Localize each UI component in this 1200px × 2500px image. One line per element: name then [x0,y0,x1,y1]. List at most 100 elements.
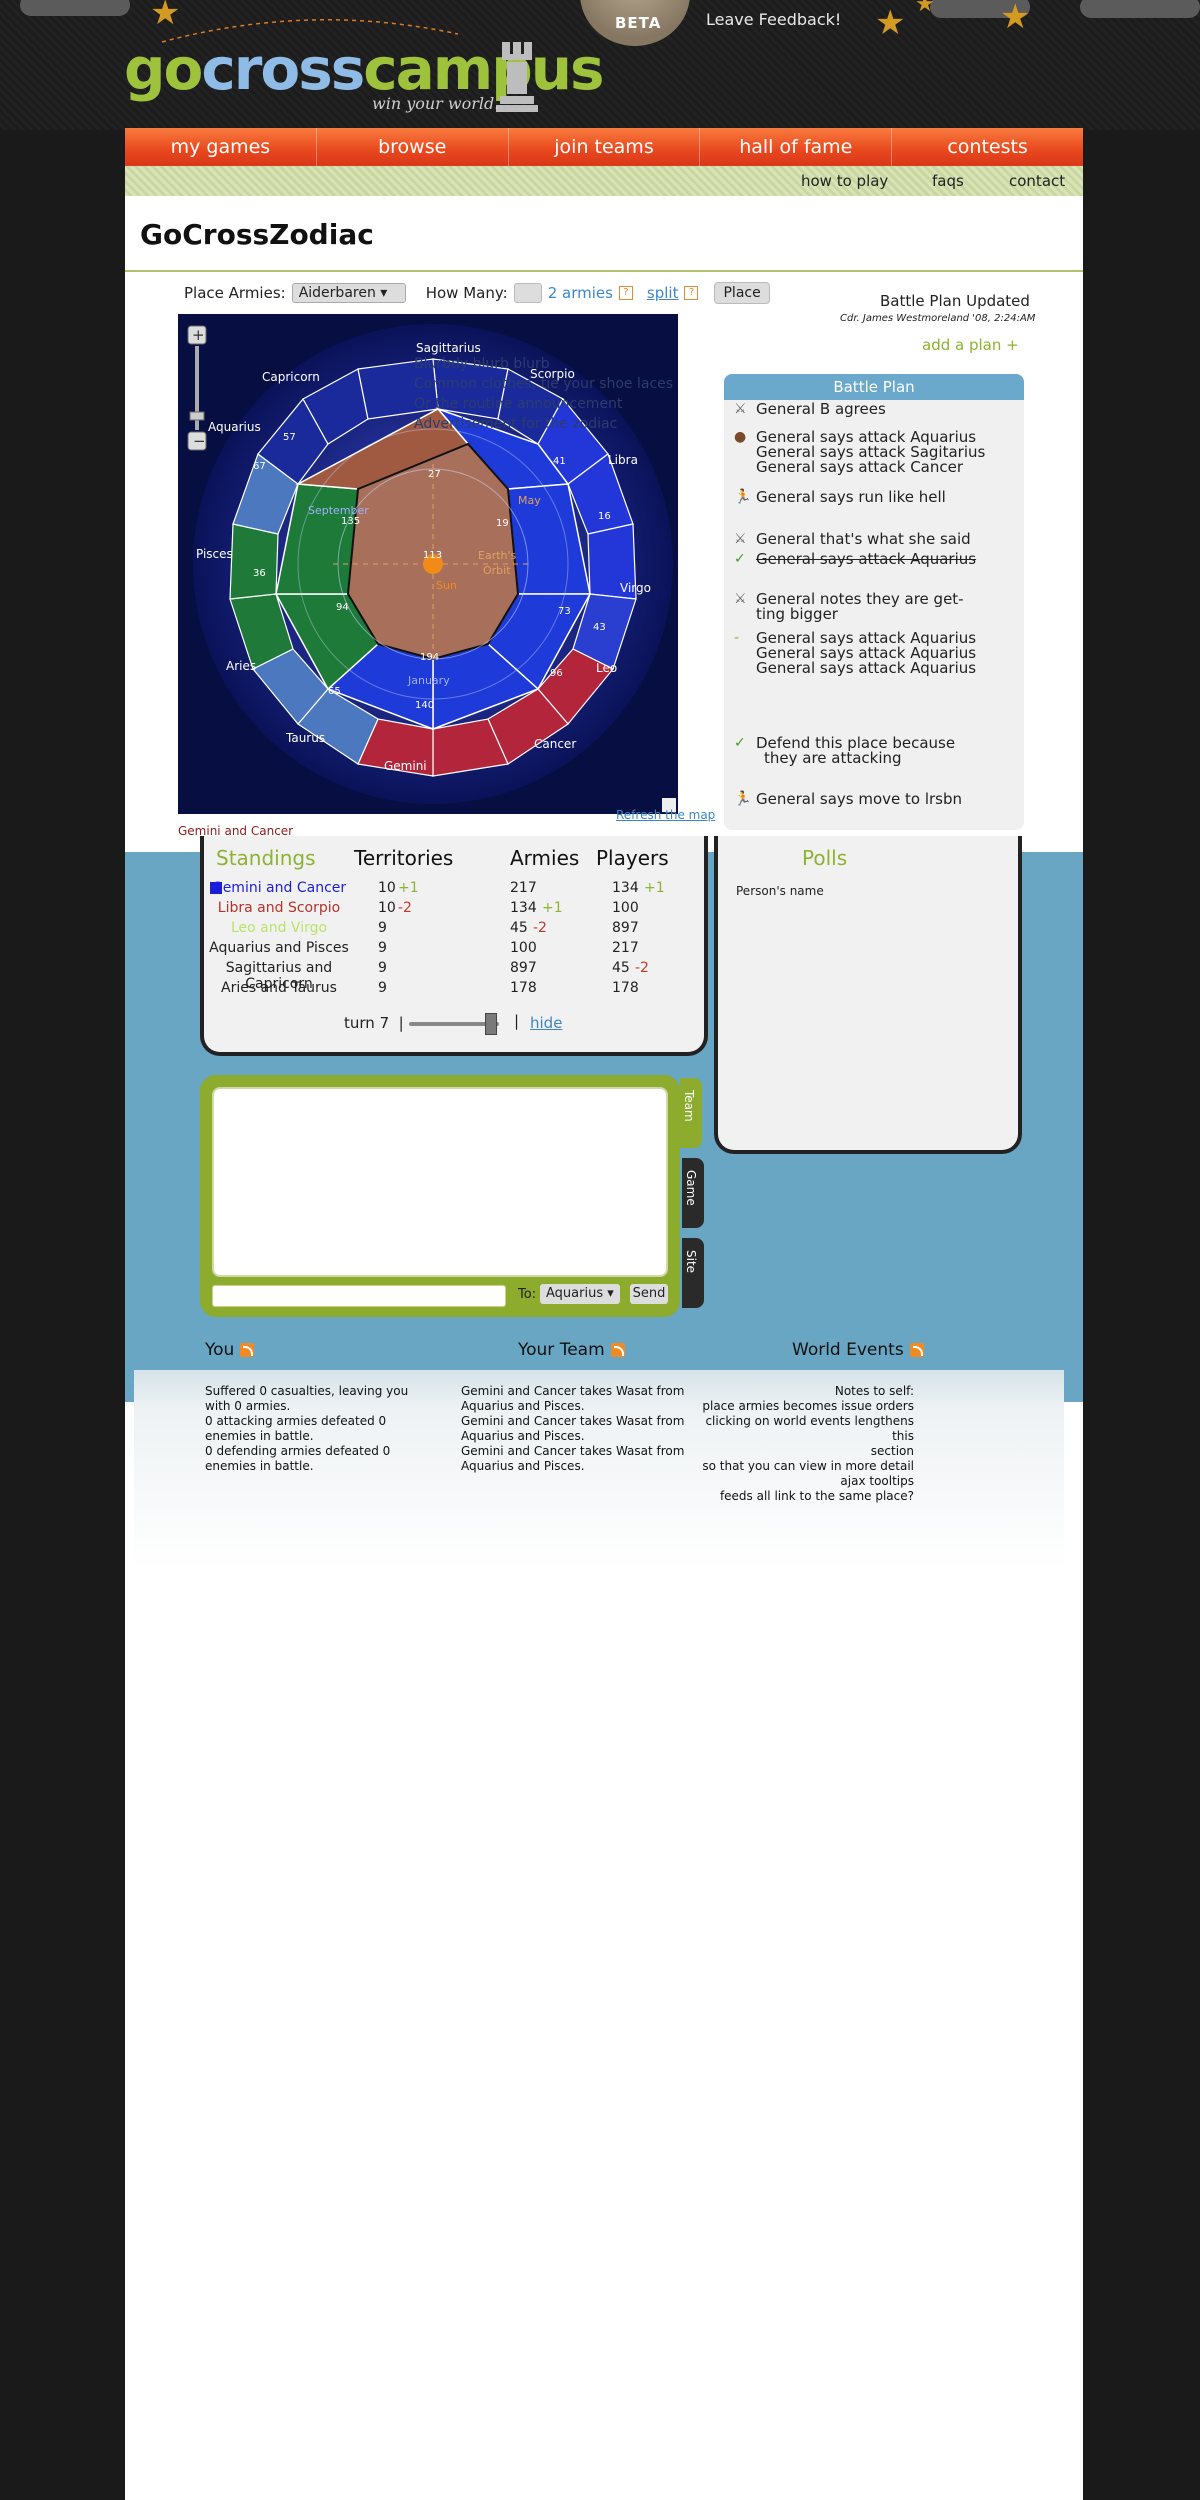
battle-plan-updated: Battle Plan Updated [880,292,1030,310]
army-count[interactable]: 41 [553,456,566,467]
army-count[interactable]: 113 [423,550,442,561]
rook-icon [496,42,538,112]
army-count[interactable]: 27 [428,469,441,480]
map-orbit-label: Earth's [478,549,517,562]
hide-link[interactable]: hide [530,1014,562,1032]
nav-contests[interactable]: contests [892,128,1083,166]
plan-item-done[interactable]: General says attack Aquarius [756,552,976,567]
army-count[interactable]: 43 [593,622,606,633]
turn-slider-handle[interactable] [485,1013,497,1035]
army-count[interactable]: 194 [420,652,439,663]
army-count[interactable]: 94 [336,602,349,613]
standings-team-name[interactable]: Aries and Taurus [204,980,354,996]
nav-join-teams[interactable]: join teams [509,128,701,166]
standings-territories: 9 [378,960,387,976]
standings-territories: 10 [378,880,396,896]
map-sign-label: Sagittarius [416,341,481,355]
cloud-decoration [20,0,130,16]
army-count[interactable]: 16 [598,511,611,522]
slider-end-divider: | [514,1012,520,1030]
army-count[interactable]: 19 [496,518,509,529]
place-armies-select[interactable]: Aiderbaren ▾ [291,283,406,303]
turn-label: turn 7 | [344,1014,404,1032]
army-count[interactable]: 57 [283,432,296,443]
armies-link[interactable]: 2 armies [548,284,613,302]
map-orbit-label: May [518,494,541,507]
map-sun-label: Sun [436,579,457,592]
dash-icon: - [734,630,740,646]
chat-input[interactable] [212,1285,506,1307]
contact-link[interactable]: contact [1009,172,1065,190]
nav-browse[interactable]: browse [317,128,509,166]
feed-team-title[interactable]: Your Team [518,1340,625,1360]
army-count[interactable]: 67 [253,461,266,472]
refresh-map-link[interactable]: Refresh the map [616,808,715,822]
standings-team-name[interactable]: Leo and Virgo [204,920,354,936]
feed-world-list: Notes to self: place armies becomes issu… [702,1384,914,1503]
standings-territories: 9 [378,920,387,936]
tab-site[interactable]: Site [682,1238,704,1308]
standings-players: 897 [612,920,639,936]
help-icon[interactable]: ? [618,286,633,300]
plan-item[interactable]: General says attack Aquarius [756,661,976,676]
main-nav: my games browse join teams hall of fame … [125,128,1083,166]
nav-hall-of-fame[interactable]: hall of fame [700,128,893,166]
plan-item[interactable]: General says attack Cancer [756,460,963,475]
help-icon[interactable]: ? [684,286,699,300]
check-icon: ✓ [734,551,746,567]
poll-person[interactable]: Person's name [736,884,824,898]
plan-item[interactable]: General that's what she said [756,532,971,547]
faqs-link[interactable]: faqs [932,172,964,190]
plan-item[interactable]: General B agrees [756,402,886,417]
rss-icon[interactable] [610,1343,625,1357]
armies-header: Armies [510,846,580,870]
standings-team-name[interactable]: Gemini and Cancer [204,880,354,896]
army-count[interactable]: 135 [341,516,360,527]
standings-team-name[interactable]: Libra and Scorpio [204,900,354,916]
army-count[interactable]: 140 [415,700,434,711]
add-plan-link[interactable]: add a plan + [922,336,1019,354]
map-zoom-control[interactable]: + − [186,324,208,454]
svg-text:+: + [192,326,205,344]
feed-world-title[interactable]: World Events [792,1340,924,1360]
send-button[interactable]: Send [630,1284,668,1304]
plan-item[interactable]: General says run like hell [756,490,946,505]
standings-players: 134 [612,880,639,896]
feedback-link[interactable]: Leave Feedback! [706,10,841,29]
army-count[interactable]: 73 [558,606,571,617]
standings-armies: 100 [510,940,537,956]
how-many-input[interactable] [513,283,542,303]
tab-game[interactable]: Game [682,1158,704,1228]
standings-team-name[interactable]: Aquarius and Pisces [204,940,354,956]
army-count[interactable]: 96 [550,668,563,679]
map-sign-label: Taurus [285,731,325,745]
map-sign-label: Aries [226,659,256,673]
runner-icon: 🏃 [734,489,752,505]
standings-territories-delta: -2 [398,900,412,916]
army-count[interactable]: 36 [253,568,266,579]
map-sign-label: Leo [596,661,617,675]
plan-item[interactable]: General says move to lrsbn [756,792,962,807]
rss-icon[interactable] [240,1343,255,1357]
chat-to-label: To: [518,1287,537,1302]
rss-icon[interactable] [909,1343,924,1357]
feed-you-title[interactable]: You [205,1340,255,1360]
chat-recipient-select[interactable]: Aquarius ▾ [540,1284,620,1304]
standings-territories: 9 [378,980,387,996]
players-header: Players [596,846,669,870]
plan-item[interactable]: they are attacking [764,751,902,766]
tab-team[interactable]: Team [680,1078,702,1148]
how-to-play-link[interactable]: how to play [801,172,888,190]
split-link[interactable]: split [647,284,679,302]
sub-nav: how to play faqs contact [125,166,1083,196]
place-button[interactable]: Place [714,282,770,304]
territories-header: Territories [354,846,454,870]
battle-plan-author: Cdr. James Westmoreland '08, 2:24:AM [840,313,1036,324]
army-count[interactable]: 65 [328,686,341,697]
standings-players-delta: -2 [635,960,649,976]
cannon-icon: ● [734,429,747,445]
polls-title: Polls [802,846,848,870]
plan-item[interactable]: ting bigger [756,607,838,622]
chat-messages[interactable] [212,1087,668,1277]
nav-my-games[interactable]: my games [125,128,317,166]
